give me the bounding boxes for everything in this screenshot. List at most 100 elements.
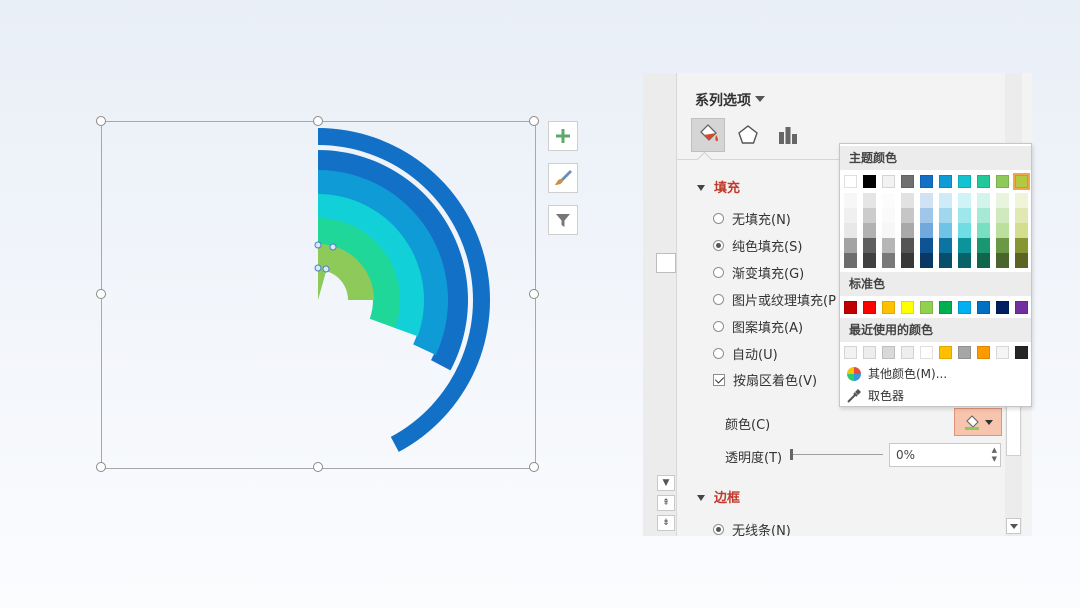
- theme-shade-swatch[interactable]: [844, 253, 857, 268]
- resize-handle-bottom-right[interactable]: [529, 462, 539, 472]
- theme-shade-swatch[interactable]: [920, 208, 933, 223]
- standard-color-swatch-9[interactable]: [1015, 301, 1028, 314]
- theme-shade-swatch[interactable]: [958, 193, 971, 208]
- radio-button[interactable]: [713, 348, 724, 359]
- tab-series-options[interactable]: [771, 118, 805, 152]
- standard-color-swatch-4[interactable]: [920, 301, 933, 314]
- resize-handle-left[interactable]: [96, 289, 106, 299]
- scroll-prev-button[interactable]: ⇞: [657, 495, 675, 511]
- recent-color-swatch-2[interactable]: [882, 346, 895, 359]
- theme-shade-swatch[interactable]: [1015, 253, 1028, 268]
- theme-color-swatch-8[interactable]: [996, 175, 1009, 188]
- standard-color-swatch-0[interactable]: [844, 301, 857, 314]
- recent-color-swatch-6[interactable]: [958, 346, 971, 359]
- transparency-spin-input[interactable]: 0% ▲ ▼: [889, 443, 1001, 467]
- strip-handle[interactable]: [656, 253, 676, 273]
- theme-shade-swatch[interactable]: [882, 223, 895, 238]
- chart-selection-frame[interactable]: [101, 121, 536, 469]
- theme-shade-swatch[interactable]: [920, 193, 933, 208]
- theme-shade-swatch[interactable]: [882, 253, 895, 268]
- theme-shade-swatch[interactable]: [996, 238, 1009, 253]
- theme-shade-swatch[interactable]: [1015, 238, 1028, 253]
- theme-shade-swatch[interactable]: [901, 238, 914, 253]
- radio-button[interactable]: [713, 267, 724, 278]
- theme-shade-swatch[interactable]: [996, 223, 1009, 238]
- tab-effects[interactable]: [731, 118, 765, 152]
- standard-color-swatch-8[interactable]: [996, 301, 1009, 314]
- standard-color-swatch-3[interactable]: [901, 301, 914, 314]
- theme-shade-swatch[interactable]: [901, 253, 914, 268]
- theme-shade-swatch[interactable]: [844, 238, 857, 253]
- theme-shade-swatch[interactable]: [939, 253, 952, 268]
- transparency-slider-thumb[interactable]: [790, 449, 793, 460]
- theme-shade-swatch[interactable]: [977, 208, 990, 223]
- panel-title[interactable]: 系列选项: [695, 90, 751, 110]
- theme-color-swatch-4[interactable]: [920, 175, 933, 188]
- radio-button[interactable]: [713, 213, 724, 224]
- theme-color-swatch-5[interactable]: [939, 175, 952, 188]
- theme-color-swatch-9[interactable]: [1013, 173, 1030, 190]
- theme-color-swatch-7[interactable]: [977, 175, 990, 188]
- theme-shade-swatch[interactable]: [844, 193, 857, 208]
- theme-shade-swatch[interactable]: [882, 208, 895, 223]
- standard-color-swatch-5[interactable]: [939, 301, 952, 314]
- theme-shade-swatch[interactable]: [920, 253, 933, 268]
- theme-shade-swatch[interactable]: [958, 253, 971, 268]
- theme-shade-swatch[interactable]: [939, 223, 952, 238]
- recent-color-swatch-9[interactable]: [1015, 346, 1028, 359]
- border-section-header[interactable]: 边框: [697, 487, 740, 506]
- recent-color-swatch-0[interactable]: [844, 346, 857, 359]
- theme-shade-swatch[interactable]: [901, 193, 914, 208]
- scroll-next-button[interactable]: ⇟: [657, 515, 675, 531]
- theme-shade-swatch[interactable]: [958, 238, 971, 253]
- scrollbar-down-arrow[interactable]: [1006, 518, 1021, 534]
- fill-option-0[interactable]: 无填充(N): [713, 209, 791, 228]
- recent-color-swatch-4[interactable]: [920, 346, 933, 359]
- theme-color-swatch-1[interactable]: [863, 175, 876, 188]
- chart-filters-button[interactable]: [548, 205, 578, 235]
- theme-shade-swatch[interactable]: [901, 223, 914, 238]
- vary-colors-by-slice-checkbox[interactable]: 按扇区着色(V): [713, 370, 817, 389]
- theme-shade-swatch[interactable]: [958, 208, 971, 223]
- resize-handle-right[interactable]: [529, 289, 539, 299]
- fill-option-2[interactable]: 渐变填充(G): [713, 263, 804, 282]
- theme-shade-swatch[interactable]: [939, 208, 952, 223]
- theme-shade-swatch[interactable]: [863, 238, 876, 253]
- theme-shade-swatch[interactable]: [996, 253, 1009, 268]
- theme-shade-swatch[interactable]: [996, 208, 1009, 223]
- standard-color-swatch-2[interactable]: [882, 301, 895, 314]
- resize-handle-top[interactable]: [313, 116, 323, 126]
- theme-shade-swatch[interactable]: [1015, 193, 1028, 208]
- theme-shade-swatch[interactable]: [920, 223, 933, 238]
- theme-shade-swatch[interactable]: [977, 193, 990, 208]
- no-line-radio[interactable]: 无线条(N): [713, 520, 791, 536]
- theme-color-swatch-2[interactable]: [882, 175, 895, 188]
- theme-shade-swatch[interactable]: [996, 193, 1009, 208]
- theme-shade-swatch[interactable]: [844, 208, 857, 223]
- theme-shade-swatch[interactable]: [977, 223, 990, 238]
- theme-shade-swatch[interactable]: [844, 223, 857, 238]
- theme-color-swatch-0[interactable]: [844, 175, 857, 188]
- theme-shade-swatch[interactable]: [863, 253, 876, 268]
- radio-button[interactable]: [713, 294, 724, 305]
- chart-styles-button[interactable]: [548, 163, 578, 193]
- transparency-slider-track[interactable]: [793, 454, 883, 455]
- chevron-down-icon[interactable]: [755, 96, 765, 102]
- recent-color-swatch-5[interactable]: [939, 346, 952, 359]
- theme-shade-swatch[interactable]: [939, 193, 952, 208]
- theme-shade-swatch[interactable]: [863, 193, 876, 208]
- radio-button[interactable]: [713, 321, 724, 332]
- theme-shade-swatch[interactable]: [977, 238, 990, 253]
- scroll-down-button[interactable]: ▼: [657, 475, 675, 491]
- standard-color-swatch-6[interactable]: [958, 301, 971, 314]
- theme-shade-swatch[interactable]: [958, 223, 971, 238]
- theme-shade-swatch[interactable]: [882, 238, 895, 253]
- recent-color-swatch-8[interactable]: [996, 346, 1009, 359]
- fill-option-1[interactable]: 纯色填充(S): [713, 236, 802, 255]
- theme-shade-swatch[interactable]: [863, 208, 876, 223]
- theme-shade-swatch[interactable]: [882, 193, 895, 208]
- eyedropper-item[interactable]: 取色器: [846, 387, 904, 404]
- resize-handle-bottom[interactable]: [313, 462, 323, 472]
- chart-elements-button[interactable]: [548, 121, 578, 151]
- resize-handle-bottom-left[interactable]: [96, 462, 106, 472]
